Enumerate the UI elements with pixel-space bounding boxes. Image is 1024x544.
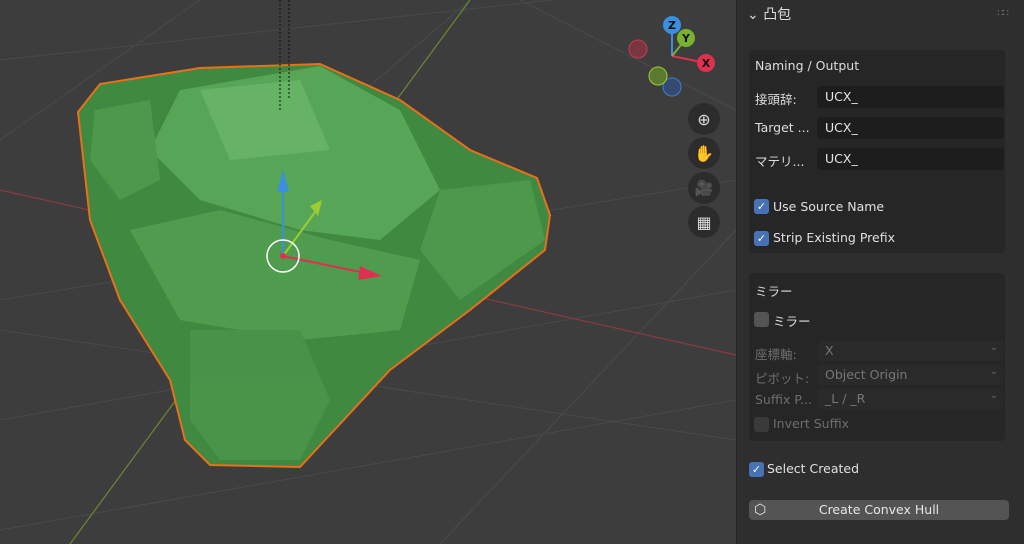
suffix-label: Suffix P... (755, 392, 812, 407)
material-label: マテリ... (755, 154, 805, 169)
target-input[interactable]: UCX_ (817, 117, 1004, 139)
panel-title: 凸包 (763, 7, 792, 23)
gizmo-x-label[interactable]: X (702, 57, 711, 70)
3d-viewport[interactable]: Z Y X ⊕ ✋ 🎥 ▦ (0, 0, 736, 544)
select-created-label[interactable]: Select Created (767, 461, 859, 476)
zoom-button[interactable]: ⊕ (688, 103, 720, 135)
suffix-dropdown[interactable]: _L / _R ⌄ (817, 389, 1004, 409)
axis-gizmo: Z Y X (628, 16, 715, 97)
axis-dropdown[interactable]: X ⌄ (817, 341, 1004, 361)
chevron-down-icon: ⌄ (989, 390, 998, 401)
create-convex-hull-button[interactable]: ⬡ Create Convex Hull (749, 500, 1009, 520)
suffix-value: _L / _R (825, 391, 866, 406)
select-created-checkbox[interactable]: ✓ (749, 462, 764, 477)
axis-label: 座標軸: (755, 347, 797, 362)
chevron-down-icon: ⌄ (747, 7, 759, 23)
mirror-label[interactable]: ミラー (773, 311, 811, 330)
chevron-down-icon: ⌄ (989, 366, 998, 377)
target-label: Target ... (755, 120, 810, 135)
pivot-value: Object Origin (825, 367, 908, 382)
use-source-name-checkbox[interactable]: ✓ (754, 199, 769, 214)
section-label: Naming / Output (755, 58, 860, 73)
chevron-down-icon: ⌄ (989, 342, 998, 353)
gizmo-z-label[interactable]: Z (668, 19, 676, 32)
scene: Z Y X (0, 0, 736, 544)
invert-suffix-checkbox[interactable] (754, 417, 769, 432)
use-source-name-label[interactable]: Use Source Name (773, 199, 884, 214)
pan-button[interactable]: ✋ (688, 137, 720, 169)
drag-grip-icon[interactable]: ∷∷ (997, 8, 1009, 19)
ortho-toggle-button[interactable]: ▦ (688, 206, 720, 238)
zoom-icon: ⊕ (697, 109, 711, 129)
strip-prefix-checkbox[interactable]: ✓ (754, 231, 769, 246)
grid-icon: ▦ (696, 212, 712, 232)
hand-pan-icon: ✋ (694, 143, 714, 163)
prefix-input[interactable]: UCX_ (817, 86, 1004, 108)
camera-icon: 🎥 (694, 179, 714, 197)
icosphere-icon: ⬡ (754, 502, 767, 518)
mirror-section: ミラー ミラー 座標軸: X ⌄ ピボット: Object Origin ⌄ Suf… (749, 273, 1005, 441)
prefix-label: 接頭辞: (755, 92, 797, 107)
axis-value: X (825, 343, 834, 358)
invert-suffix-label[interactable]: Invert Suffix (773, 416, 849, 431)
create-button-label: Create Convex Hull (818, 502, 940, 517)
material-input[interactable]: UCX_ (817, 148, 1004, 170)
pivot-dropdown[interactable]: Object Origin ⌄ (817, 365, 1004, 385)
mirror-checkbox[interactable] (754, 312, 769, 327)
pivot-label: ピボット: (755, 371, 810, 386)
naming-section: Naming / Output 接頭辞: UCX_ Target ... UCX… (749, 50, 1005, 253)
convex-hull-panel: ⌄ 凸包 ∷∷ Naming / Output 接頭辞: UCX_ Target… (736, 0, 1024, 544)
gizmo-y-label[interactable]: Y (681, 32, 691, 45)
panel-header[interactable]: ⌄ 凸包 (747, 4, 791, 24)
camera-view-button[interactable]: 🎥 (688, 172, 720, 204)
section-label: ミラー (755, 284, 793, 299)
strip-prefix-label[interactable]: Strip Existing Prefix (773, 230, 895, 245)
